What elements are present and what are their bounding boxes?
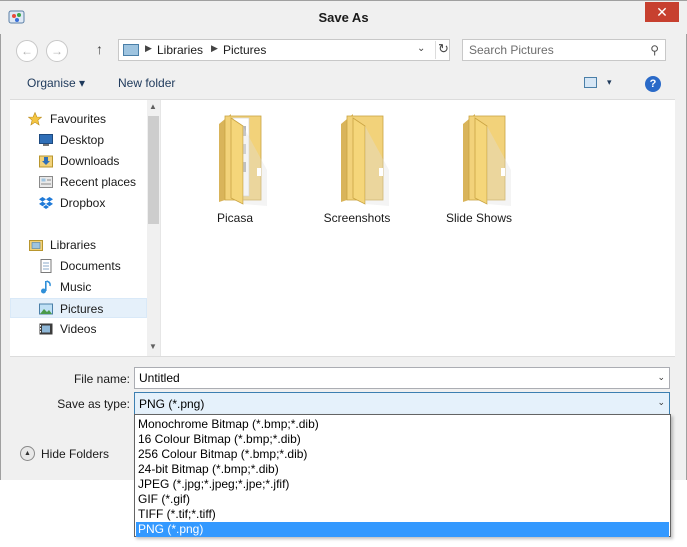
nav-label: Desktop	[60, 133, 105, 147]
folder-icon	[219, 114, 267, 206]
nav-item-pictures[interactable]: Pictures	[10, 298, 147, 318]
window-frame-right	[675, 0, 687, 480]
nav-label: Music	[60, 280, 92, 294]
file-list: Picasa Screenshots Slide Shows	[160, 100, 675, 356]
save-type-option-24-bit-bitmap[interactable]: 24-bit Bitmap (*.bmp;*.dib)	[136, 462, 669, 477]
save-as-type-value: PNG (*.png)	[139, 397, 205, 411]
scroll-up-icon[interactable]: ▲	[149, 102, 157, 111]
nav-item-documents[interactable]: Documents	[10, 256, 146, 276]
nav-label: Pictures	[60, 302, 104, 316]
new-folder-button[interactable]: New folder	[118, 76, 175, 90]
folder-icon	[463, 114, 511, 206]
desktop-icon	[39, 134, 53, 146]
arrow-up-icon: ↑	[96, 41, 103, 57]
search-icon[interactable]: ⚲	[650, 43, 659, 57]
breadcrumb-libraries[interactable]: Libraries	[157, 43, 203, 57]
save-type-option-monochrome-bitmap[interactable]: Monochrome Bitmap (*.bmp;*.dib)	[136, 417, 669, 432]
breadcrumb-pictures[interactable]: Pictures	[223, 43, 266, 57]
command-bar: Organise ▾ New folder ▾ ?	[10, 68, 675, 100]
folder-item-screenshots[interactable]: Screenshots	[307, 106, 407, 226]
save-type-option-tiff[interactable]: TIFF (*.tif;*.tiff)	[136, 507, 669, 522]
chevron-up-icon: ▲	[20, 446, 35, 461]
view-options-chevron-icon[interactable]: ▾	[607, 77, 612, 88]
save-type-option-16-colour-bitmap[interactable]: 16 Colour Bitmap (*.bmp;*.dib)	[136, 432, 669, 447]
navigation-scrollbar[interactable]: ▲ ▼	[147, 100, 160, 356]
save-type-option-jpeg[interactable]: JPEG (*.jpg;*.jpeg;*.jpe;*.jfif)	[136, 477, 669, 492]
save-as-type-label: Save as type:	[57, 397, 130, 411]
nav-label: Documents	[60, 259, 121, 273]
help-icon[interactable]: ?	[645, 76, 661, 92]
close-button[interactable]: ✕	[645, 2, 679, 22]
nav-label: Dropbox	[60, 196, 106, 210]
address-bar[interactable]: ▶ Libraries ▶ Pictures ⌄ ↻	[118, 39, 450, 61]
search-input[interactable]	[469, 43, 639, 57]
chevron-down-icon[interactable]: ⌄	[657, 397, 665, 408]
nav-label: Libraries	[50, 238, 97, 252]
recent-places-icon	[39, 176, 53, 188]
folder-item-picasa[interactable]: Picasa	[185, 106, 285, 226]
hide-folders-label: Hide Folders	[41, 447, 110, 461]
breadcrumb-separator-icon: ▶	[211, 43, 218, 53]
save-type-option-256-colour-bitmap[interactable]: 256 Colour Bitmap (*.bmp;*.dib)	[136, 447, 669, 462]
file-name-label: File name:	[73, 372, 130, 386]
folder-name: Screenshots	[323, 211, 391, 225]
folder-icon	[341, 114, 389, 206]
file-name-combobox[interactable]: ⌄	[134, 367, 670, 389]
arrow-right-icon: →	[51, 44, 63, 58]
forward-button[interactable]: →	[46, 40, 68, 62]
nav-label: Recent places	[60, 175, 137, 189]
save-type-option-gif[interactable]: GIF (*.gif)	[136, 492, 669, 507]
nav-item-dropbox[interactable]: Dropbox	[10, 193, 146, 213]
address-history-chevron-icon[interactable]: ⌄	[417, 43, 425, 54]
save-type-option-png[interactable]: PNG (*.png)	[136, 522, 669, 537]
folder-name: Slide Shows	[445, 211, 513, 225]
star-icon	[28, 112, 42, 126]
nav-item-music[interactable]: Music	[10, 277, 146, 297]
scrollbar-thumb[interactable]	[148, 116, 159, 224]
nav-label: Videos	[60, 322, 97, 336]
videos-icon	[39, 323, 53, 335]
back-button[interactable]: ←	[16, 40, 38, 62]
nav-label: Favourites	[50, 112, 107, 126]
change-view-icon[interactable]	[584, 77, 597, 88]
nav-label: Downloads	[60, 154, 120, 168]
arrow-left-icon: ←	[21, 44, 33, 58]
nav-item-favourites[interactable]: Favourites	[10, 109, 146, 129]
file-name-input[interactable]	[139, 371, 639, 385]
scroll-down-icon[interactable]: ▼	[149, 342, 157, 351]
nav-item-recent-places[interactable]: Recent places	[10, 172, 146, 192]
libraries-icon	[29, 240, 43, 251]
organise-button[interactable]: Organise ▾	[27, 76, 85, 90]
nav-item-videos[interactable]: Videos	[10, 319, 146, 339]
nav-item-downloads[interactable]: Downloads	[10, 151, 146, 171]
search-box[interactable]: ⚲	[462, 39, 666, 61]
nav-item-libraries[interactable]: Libraries	[10, 235, 146, 255]
title-bar[interactable]: Save As ✕	[0, 0, 687, 34]
nav-item-desktop[interactable]: Desktop	[10, 130, 146, 150]
window-frame-left	[0, 0, 10, 480]
music-icon	[41, 280, 51, 294]
breadcrumb-separator-icon: ▶	[145, 43, 152, 53]
pictures-icon	[39, 303, 53, 315]
folder-name: Picasa	[216, 211, 254, 225]
window-title: Save As	[318, 10, 369, 25]
pictures-library-icon	[123, 44, 139, 56]
save-as-type-select[interactable]: PNG (*.png) ⌄	[134, 392, 670, 415]
close-icon: ✕	[656, 4, 668, 20]
dropbox-icon	[39, 197, 53, 209]
address-row: ← → ↑ ▶ Libraries ▶ Pictures ⌄ ↻ ⚲	[10, 34, 675, 68]
chevron-down-icon[interactable]: ⌄	[657, 372, 665, 383]
downloads-icon	[39, 155, 53, 168]
folder-item-slide-shows[interactable]: Slide Shows	[429, 106, 529, 226]
up-button[interactable]: ↑	[96, 41, 103, 57]
documents-icon	[40, 259, 52, 273]
save-as-type-dropdown-list: Monochrome Bitmap (*.bmp;*.dib) 16 Colou…	[134, 414, 671, 537]
navigation-pane: Favourites Desktop Downloads Recent plac…	[10, 100, 160, 356]
save-as-dialog: Save As ✕ ← → ↑ ▶ Libraries ▶ Pictures ⌄…	[0, 0, 687, 547]
refresh-icon[interactable]: ↻	[435, 41, 451, 59]
